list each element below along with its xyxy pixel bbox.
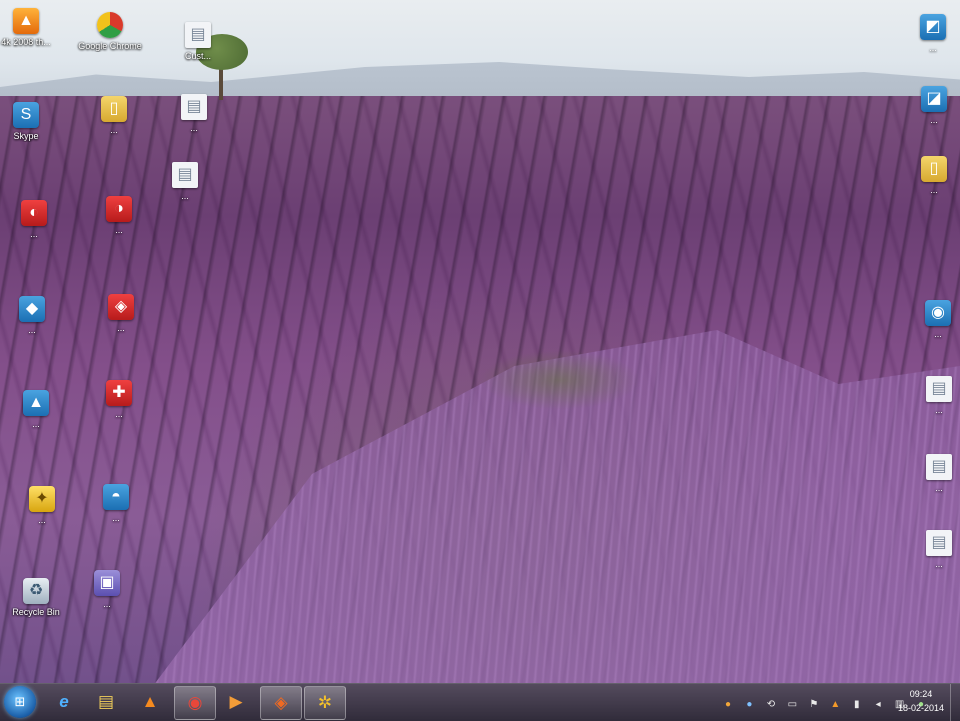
media-player-icon: ▶ xyxy=(229,692,243,711)
field-highlight xyxy=(480,350,640,410)
recycle-bin-icon: ♻ xyxy=(23,578,49,604)
app-icon: ▣ xyxy=(94,570,120,596)
taskbar-pin-chrome[interactable]: ◉ xyxy=(174,686,216,720)
clock-time: 09:24 xyxy=(909,689,933,699)
app-icon: ◈ xyxy=(274,693,288,712)
desktop-icon-app-3[interactable]: ◆ ... xyxy=(0,296,67,336)
app-icon: ◓ xyxy=(103,484,129,510)
start-button[interactable]: ⊞ xyxy=(4,686,36,718)
app-icon: ✲ xyxy=(317,693,333,712)
desktop-icon-vlc[interactable]: ▲ 4k 2008 th... xyxy=(0,8,61,48)
desktop-icon-app-8[interactable]: ◓ ... xyxy=(81,484,151,524)
desktop-icon-right-2[interactable]: ◪ ... xyxy=(899,86,960,126)
desktop-icon-chrome[interactable]: Google Chrome xyxy=(75,12,145,52)
desktop-icon-doc-top[interactable]: ▤ Cust... xyxy=(163,22,233,62)
app-icon: ◉ xyxy=(925,300,951,326)
desktop-icon-app-1[interactable]: ◐ ... xyxy=(0,200,69,240)
desktop-icon-doc-2[interactable]: ▤ ... xyxy=(159,94,229,134)
desktop-icon-app-4[interactable]: ◈ ... xyxy=(86,294,156,334)
document-icon: ▤ xyxy=(926,454,952,480)
taskbar-pin-app2[interactable]: ✲ xyxy=(304,686,346,720)
taskbar-pin-app[interactable]: ◈ xyxy=(260,686,302,720)
document-icon: ▤ xyxy=(185,22,211,48)
desktop-icon-right-1[interactable]: ◩ ... xyxy=(898,14,960,54)
vlc-tray-icon[interactable]: ▲ xyxy=(829,699,841,711)
flag-icon[interactable]: ⚑ xyxy=(808,699,820,711)
app-icon: ◑ xyxy=(106,196,132,222)
skype-icon: S xyxy=(13,102,39,128)
vlc-icon: ▲ xyxy=(13,8,39,34)
tray-app-icon[interactable]: ⟲ xyxy=(765,699,777,711)
desktop-icon-right-5[interactable]: ▤ ... xyxy=(904,376,960,416)
desktop-icon-recycle-bin[interactable]: ♻ Recycle Bin xyxy=(1,578,71,618)
app-icon: ✚ xyxy=(106,380,132,406)
document-icon: ▤ xyxy=(172,162,198,188)
taskbar-pin-explorer[interactable]: ▤ xyxy=(86,686,126,718)
app-icon: ◆ xyxy=(19,296,45,322)
taskbar-pin-vlc[interactable]: ▲ xyxy=(130,686,170,718)
folder-icon: ▯ xyxy=(921,156,947,182)
app-icon: ✦ xyxy=(29,486,55,512)
desktop-icon-right-6[interactable]: ▤ ... xyxy=(904,454,960,494)
document-icon: ▤ xyxy=(926,376,952,402)
vlc-icon: ▲ xyxy=(141,692,159,711)
app-icon: ◪ xyxy=(921,86,947,112)
app-icon: ◈ xyxy=(108,294,134,320)
desktop-icon-right-7[interactable]: ▤ ... xyxy=(904,530,960,570)
tray-app-icon[interactable]: ● xyxy=(743,699,755,711)
tray-app-icon[interactable]: ▭ xyxy=(786,699,798,711)
app-icon: ▲ xyxy=(23,390,49,416)
tray-app-icon[interactable]: ● xyxy=(722,699,734,711)
desktop-icon-app-7[interactable]: ✦ ... xyxy=(7,486,77,526)
show-desktop-button[interactable] xyxy=(950,684,960,721)
taskbar: ⊞ e ▤ ▲ ◉ ▶ ◈ ✲ ● ● ⟲ ▭ ⚑ ▲ ▮ ◂ ▥ ● 09:2… xyxy=(0,683,960,721)
taskbar-pin-ie[interactable]: e xyxy=(44,686,84,718)
desktop-icon-doc-3[interactable]: ▤ ... xyxy=(150,162,220,202)
desktop-icon-skype[interactable]: S Skype xyxy=(0,102,61,142)
chrome-icon: ◉ xyxy=(187,693,203,712)
volume-icon[interactable]: ◂ xyxy=(872,699,884,711)
folder-icon: ▯ xyxy=(101,96,127,122)
desktop-icon-folder[interactable]: ▯ ... xyxy=(79,96,149,136)
desktop-icon-app-9[interactable]: ▣ ... xyxy=(72,570,142,610)
document-icon: ▤ xyxy=(926,530,952,556)
folder-icon: ▤ xyxy=(97,692,115,711)
taskbar-pin-media[interactable]: ▶ xyxy=(216,686,256,718)
desktop-icon-app-2[interactable]: ◑ ... xyxy=(84,196,154,236)
desktop-icon-right-3[interactable]: ▯ ... xyxy=(899,156,960,196)
windows-logo-icon: ⊞ xyxy=(14,694,26,709)
app-icon: ◩ xyxy=(920,14,946,40)
chrome-icon xyxy=(97,12,123,38)
desktop-icon-app-6[interactable]: ✚ ... xyxy=(84,380,154,420)
document-icon: ▤ xyxy=(181,94,207,120)
internet-explorer-icon: e xyxy=(59,692,69,711)
desktop-icon-right-4[interactable]: ◉ ... xyxy=(903,300,960,340)
tray-app-icon[interactable]: ▮ xyxy=(851,699,863,711)
desktop-icon-app-5[interactable]: ▲ ... xyxy=(1,390,71,430)
system-clock[interactable]: 09:24 18-02-2014 xyxy=(896,687,946,715)
clock-date: 18-02-2014 xyxy=(897,703,945,713)
app-icon: ◐ xyxy=(21,200,47,226)
